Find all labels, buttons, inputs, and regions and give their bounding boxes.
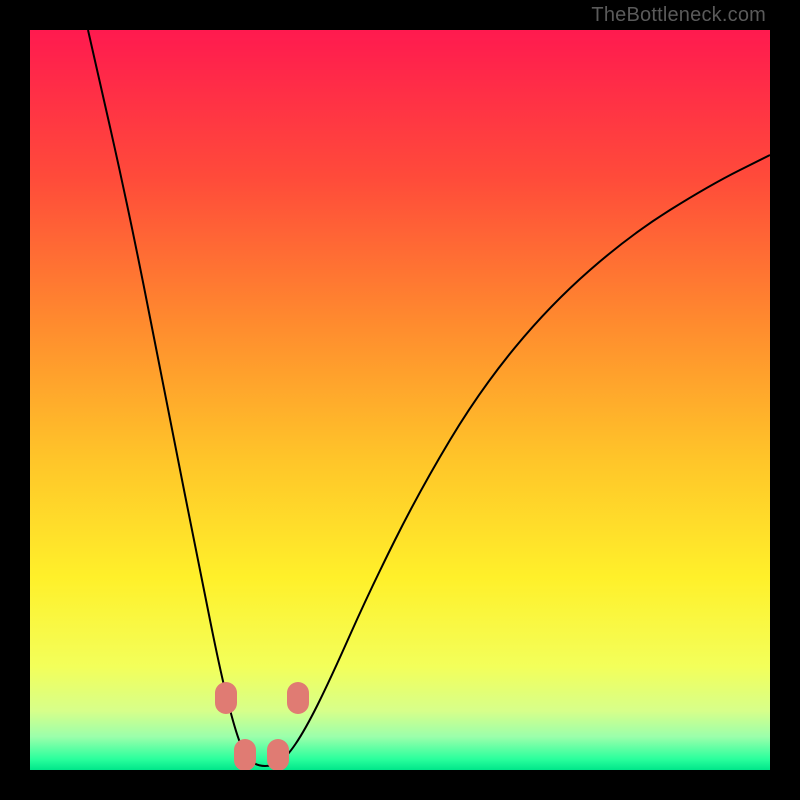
curve-marker bbox=[215, 682, 237, 714]
watermark-label: TheBottleneck.com bbox=[591, 4, 766, 27]
curve-marker bbox=[267, 739, 289, 770]
curve-marker bbox=[287, 682, 309, 714]
marker-layer bbox=[30, 30, 770, 770]
curve-marker bbox=[234, 739, 256, 770]
plot-area bbox=[30, 30, 770, 770]
chart-container: TheBottleneck.com bbox=[0, 0, 800, 800]
